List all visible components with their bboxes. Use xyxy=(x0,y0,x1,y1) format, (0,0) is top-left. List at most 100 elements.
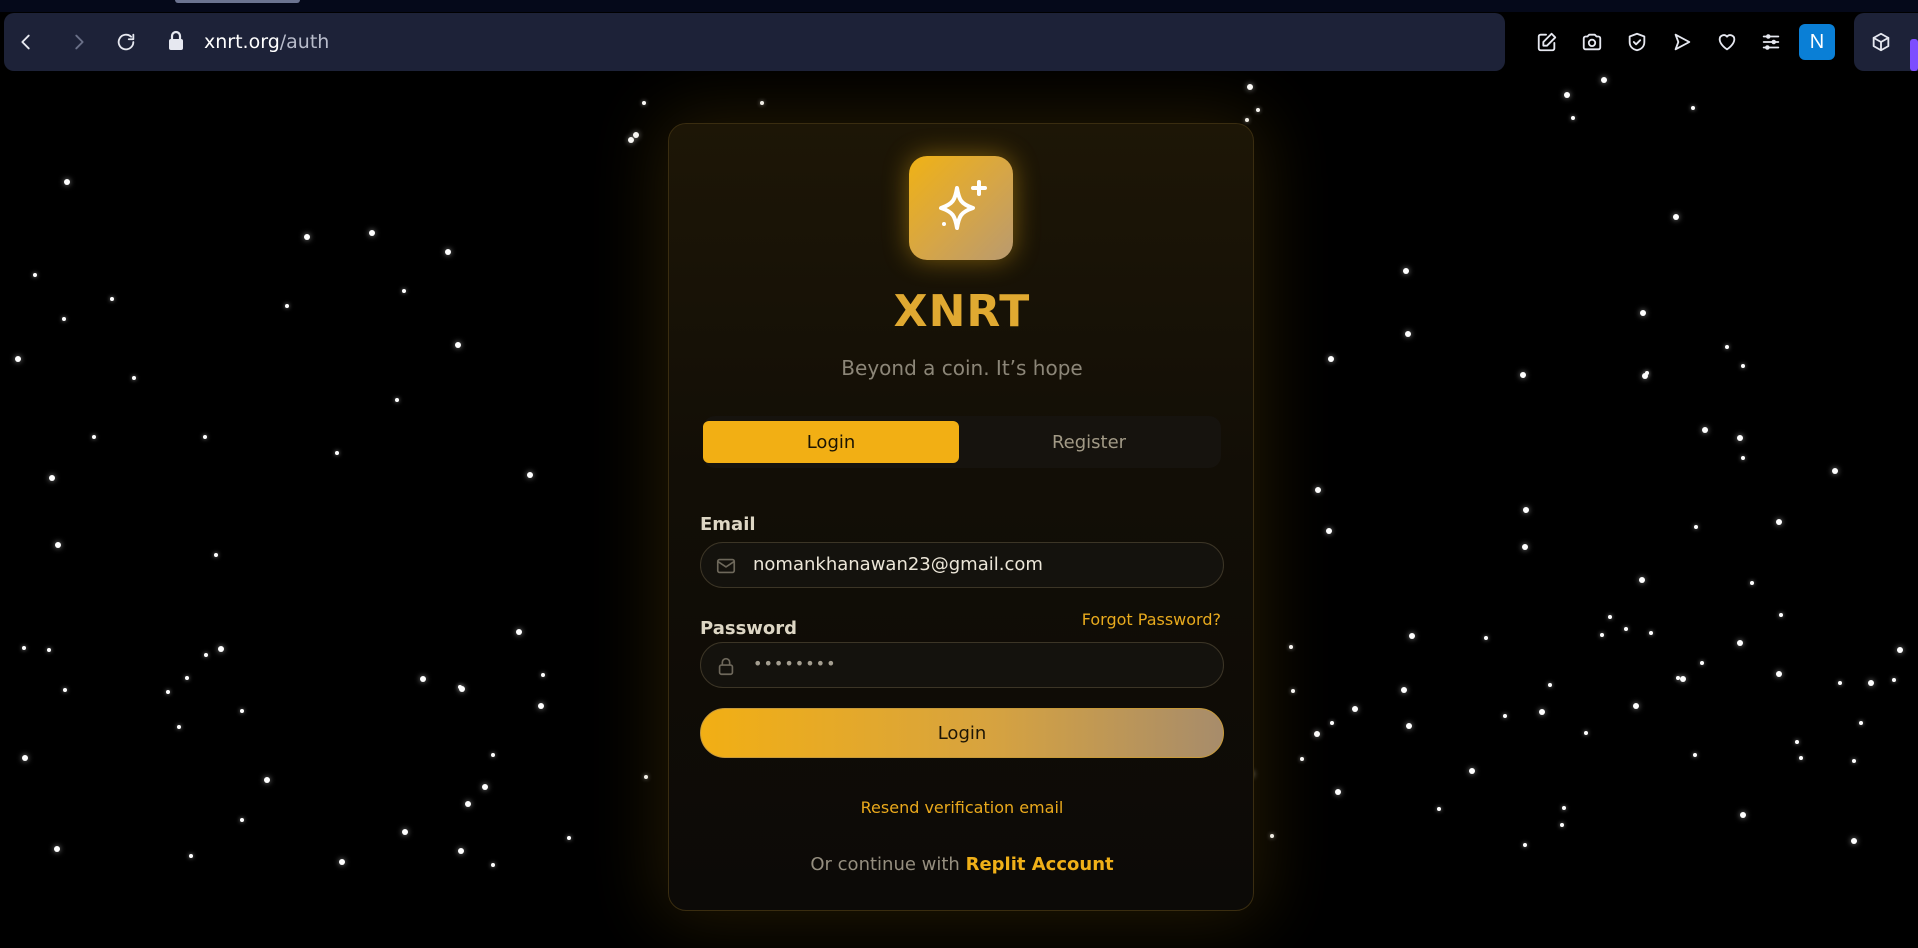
star xyxy=(1608,615,1612,619)
star xyxy=(22,755,28,761)
star xyxy=(335,451,339,455)
star xyxy=(1691,106,1695,110)
star xyxy=(55,542,61,548)
send-icon[interactable] xyxy=(1667,27,1697,57)
star xyxy=(1548,683,1552,687)
star xyxy=(339,859,345,865)
star xyxy=(304,234,310,240)
star xyxy=(22,646,26,650)
star xyxy=(1401,687,1407,693)
replit-account-link[interactable]: Replit Account xyxy=(966,854,1114,875)
extension-indicator xyxy=(1910,39,1918,71)
star xyxy=(1523,507,1529,513)
star xyxy=(1484,636,1488,640)
star xyxy=(15,356,21,362)
star xyxy=(1897,647,1903,653)
star xyxy=(527,472,533,478)
forward-icon[interactable] xyxy=(64,27,94,57)
forgot-password-link[interactable]: Forgot Password? xyxy=(1082,610,1221,629)
tab-register[interactable]: Register xyxy=(961,421,1217,463)
star xyxy=(1403,268,1409,274)
reload-icon[interactable] xyxy=(111,27,141,57)
email-value: nomankhanawan23@gmail.com xyxy=(753,554,1043,575)
star xyxy=(1702,427,1708,433)
url-host: xnrt.org xyxy=(204,31,280,53)
edit-icon[interactable] xyxy=(1532,27,1562,57)
star xyxy=(1564,92,1570,98)
auth-tabs: Login Register xyxy=(703,416,1221,468)
shield-check-icon[interactable] xyxy=(1622,27,1652,57)
star xyxy=(1560,823,1564,827)
email-field[interactable]: nomankhanawan23@gmail.com xyxy=(700,542,1224,588)
star xyxy=(203,435,207,439)
star xyxy=(218,646,224,652)
star xyxy=(1776,671,1782,677)
star xyxy=(33,273,37,277)
alt-login-row: Or continue with Replit Account xyxy=(669,854,1255,875)
star xyxy=(1859,721,1863,725)
star xyxy=(1649,631,1653,635)
star xyxy=(541,673,545,677)
star xyxy=(1522,544,1528,550)
camera-icon[interactable] xyxy=(1577,27,1607,57)
star xyxy=(49,475,55,481)
star xyxy=(1645,371,1649,375)
star xyxy=(1523,843,1527,847)
star xyxy=(1776,519,1782,525)
star xyxy=(567,836,571,840)
password-mask: •••••••• xyxy=(753,654,837,673)
star xyxy=(1673,214,1679,220)
star xyxy=(538,703,544,709)
star xyxy=(1330,721,1334,725)
star xyxy=(185,676,189,680)
star xyxy=(491,863,495,867)
address-bar[interactable]: xnrt.org/auth xyxy=(204,29,329,55)
resend-verification-link[interactable]: Resend verification email xyxy=(669,798,1255,817)
back-icon[interactable] xyxy=(11,27,41,57)
tab-strip xyxy=(0,0,1918,12)
profile-avatar[interactable]: N xyxy=(1799,24,1835,60)
star xyxy=(1314,731,1320,737)
star xyxy=(1469,768,1475,774)
star xyxy=(54,846,60,852)
star xyxy=(1795,740,1799,744)
lock-icon[interactable] xyxy=(166,30,186,56)
star xyxy=(516,629,522,635)
star xyxy=(1633,703,1639,709)
heart-icon[interactable] xyxy=(1712,27,1742,57)
star xyxy=(204,653,208,657)
star xyxy=(491,753,495,757)
password-field[interactable]: •••••••• xyxy=(700,642,1224,688)
star xyxy=(402,289,406,293)
star xyxy=(1300,757,1304,761)
star xyxy=(628,137,634,143)
starfield-background: XNRT Beyond a coin. It’s hope Login Regi… xyxy=(0,71,1918,948)
star xyxy=(1352,706,1358,712)
star xyxy=(1539,709,1545,715)
star xyxy=(458,685,462,689)
login-button[interactable]: Login xyxy=(700,708,1224,758)
star xyxy=(458,848,464,854)
brand-title: XNRT xyxy=(893,286,1031,337)
star xyxy=(264,777,270,783)
star xyxy=(1639,577,1645,583)
sparkle-logo-icon xyxy=(909,156,1013,260)
star xyxy=(1851,838,1857,844)
star xyxy=(1326,528,1332,534)
brand-tagline: Beyond a coin. It’s hope xyxy=(841,356,1083,380)
star xyxy=(1289,645,1293,649)
active-tab-indicator xyxy=(175,0,300,3)
star xyxy=(402,829,408,835)
star xyxy=(1291,689,1295,693)
star xyxy=(1247,84,1253,90)
star xyxy=(1270,834,1274,838)
star xyxy=(1409,633,1415,639)
star xyxy=(369,230,375,236)
star xyxy=(1600,633,1604,637)
alt-login-prefix: Or continue with xyxy=(810,854,966,875)
tab-login[interactable]: Login xyxy=(703,421,959,463)
extensions-cube-icon[interactable] xyxy=(1866,27,1896,57)
star xyxy=(62,317,66,321)
sliders-icon[interactable] xyxy=(1756,27,1786,57)
star xyxy=(1584,731,1588,735)
